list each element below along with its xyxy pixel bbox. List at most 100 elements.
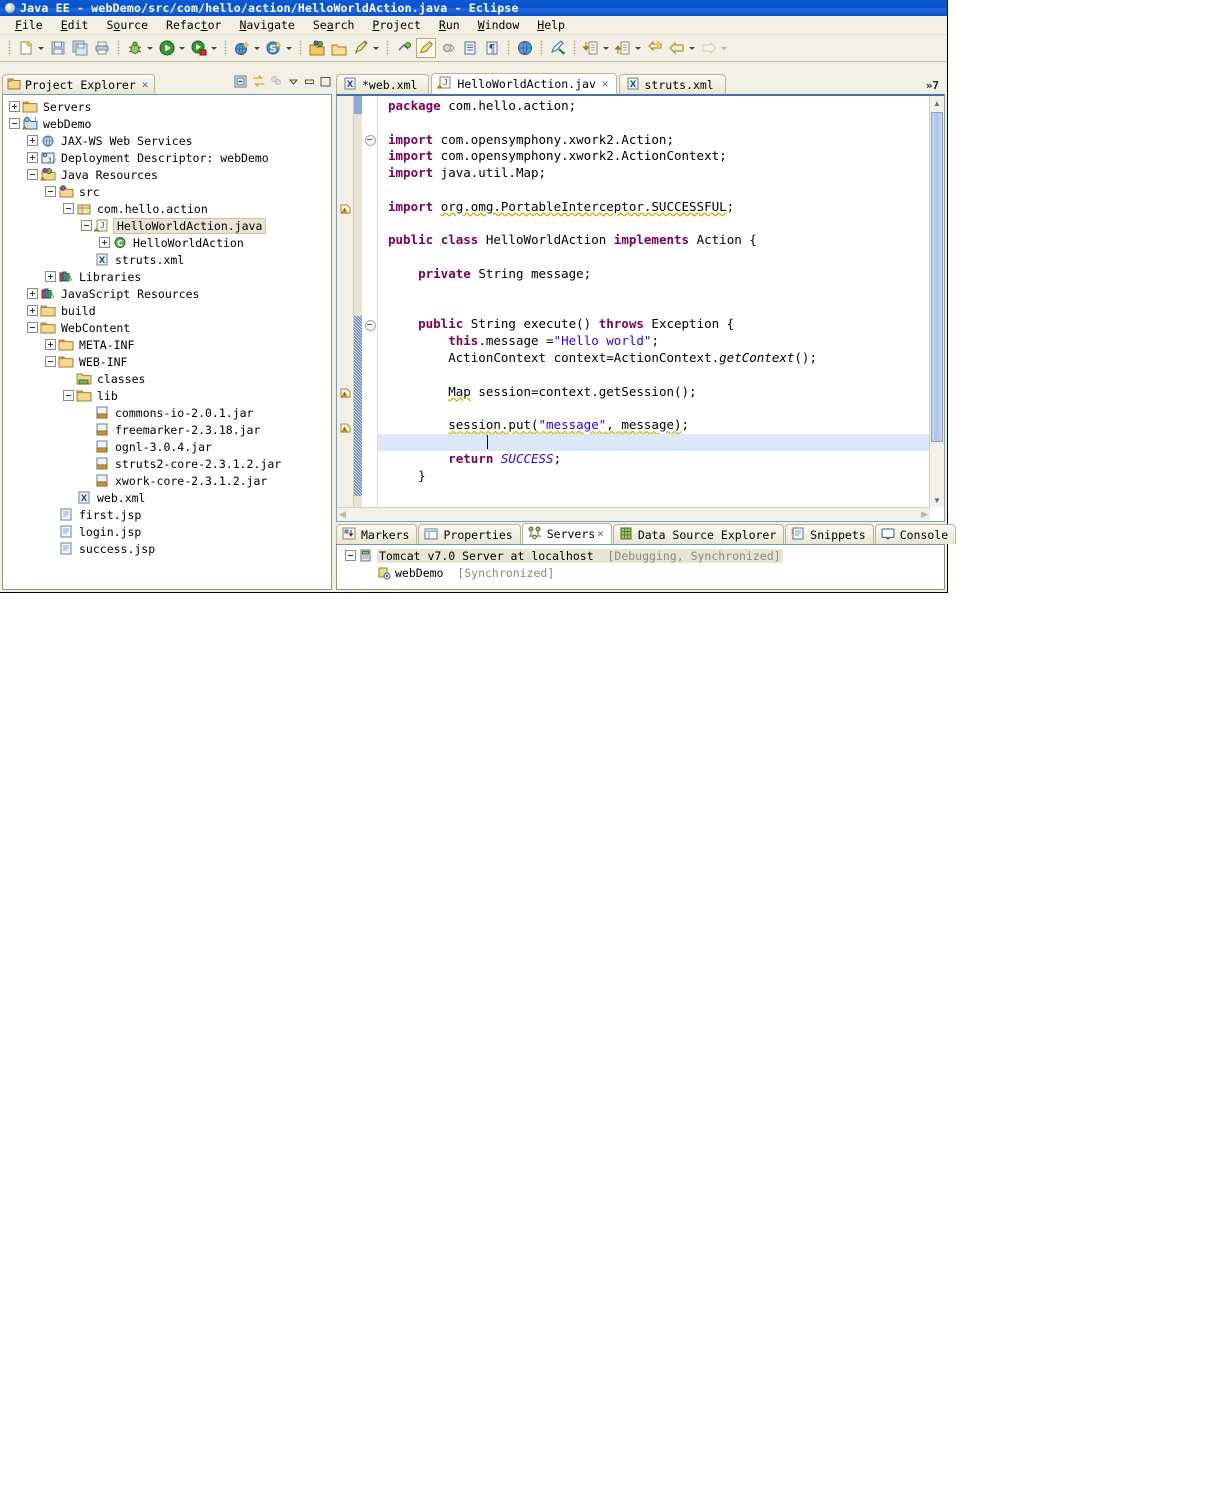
expander-plus-icon[interactable] [27,305,38,316]
close-icon[interactable]: ✕ [142,78,149,91]
collapse-all-icon[interactable] [233,74,248,92]
expander-plus-icon[interactable] [27,288,38,299]
menu-edit[interactable]: Edit [52,17,98,33]
tree-item[interactable]: success.jsp [3,540,331,557]
back-arrow-icon[interactable] [667,38,687,58]
tree-item[interactable]: Libraries [3,268,331,285]
new-package-icon[interactable] [307,38,327,58]
toolbar-grip-7[interactable] [540,40,543,56]
web-dropdown-icon[interactable] [253,38,262,58]
next-annotation-icon[interactable] [581,38,601,58]
menu-help[interactable]: Help [528,17,574,33]
expander-minus-icon[interactable] [45,356,56,367]
minimize-icon[interactable] [303,75,316,91]
web-browser-icon[interactable] [232,38,252,58]
vertical-scroll-thumb[interactable] [931,112,943,442]
run-play-icon[interactable] [157,38,177,58]
bottom-tab[interactable]: Properties [418,524,521,544]
tree-item[interactable]: JavaScript Resources [3,285,331,302]
code-line[interactable] [378,367,930,384]
tree-item[interactable]: JwebDemo [3,115,331,132]
scroll-down-icon[interactable]: ▼ [930,493,944,507]
toolbar-grip[interactable] [8,40,11,56]
profile-icon[interactable] [189,38,209,58]
expander-plus-icon[interactable] [27,152,38,163]
last-edit-icon[interactable] [645,38,665,58]
menu-navigate[interactable]: Navigate [230,17,303,33]
editor-vertical-scrollbar[interactable]: ▲ ▼ [929,96,944,507]
servers-view-body[interactable]: Tomcat v7.0 Server at localhost [Debuggi… [336,544,945,590]
editor-tab-overflow[interactable]: »7 [926,79,945,94]
new-class-icon[interactable] [329,38,349,58]
menu-refactor[interactable]: Refactor [157,17,230,33]
warning-marker-icon-3[interactable] [339,421,352,434]
new-file-icon[interactable] [16,38,36,58]
editor-tab[interactable]: J HelloWorldAction.jav ✕ [431,73,617,94]
code-line[interactable]: this.message ="Hello world"; [378,333,930,350]
code-line[interactable]: Map session=context.getSession(); [378,384,930,401]
link-editor-icon[interactable] [251,74,266,92]
toolbar-grip-2[interactable] [117,40,120,56]
code-line[interactable]: private String message; [378,266,930,283]
tree-item[interactable]: WebContent [3,319,331,336]
skip-breakpoints-icon[interactable] [438,38,458,58]
close-icon[interactable]: ✕ [602,77,609,90]
folding-ruler[interactable] [363,96,378,521]
scroll-up-icon[interactable]: ▲ [930,96,944,110]
previous-annotation-dropdown-icon[interactable] [634,38,643,58]
warning-marker-icon-2[interactable] [339,386,352,399]
code-line[interactable]: public class HelloWorldAction implements… [378,232,930,249]
code-line[interactable] [378,182,930,199]
tree-item[interactable]: Xweb.xml [3,489,331,506]
expander-minus-icon[interactable] [9,118,20,129]
editor-horizontal-scrollbar[interactable]: ◀ ▶ [337,507,930,521]
tree-item[interactable]: Xstruts.xml [3,251,331,268]
pilcrow-icon[interactable]: ¶ [482,38,502,58]
code-line[interactable]: import org.omg.PortableInterceptor.SUCCE… [378,199,930,216]
debug-dropdown-icon[interactable] [146,38,155,58]
toolbar-grip-3[interactable] [224,40,227,56]
source-code-text[interactable]: package com.hello.action; import com.ope… [378,96,930,507]
mark-occurrences-icon[interactable] [394,38,414,58]
expander-minus-icon[interactable] [27,169,38,180]
tree-item[interactable]: xwork-core-2.3.1.2.jar [3,472,331,489]
code-line[interactable]: import com.opensymphony.xwork2.Action; [378,132,930,149]
code-line[interactable] [378,300,930,317]
expander-plus-icon[interactable] [9,101,20,112]
search-dropdown-icon[interactable] [285,38,294,58]
expander-plus-icon[interactable] [45,271,56,282]
scroll-left-icon[interactable]: ◀ [339,509,346,520]
tree-item[interactable]: com.hello.action [3,200,331,217]
server-row[interactable]: webDemo [Synchronized] [341,564,944,581]
tree-item[interactable]: login.jsp [3,523,331,540]
save-all-icon[interactable] [70,38,90,58]
tree-item[interactable]: Servers [3,98,331,115]
tree-item[interactable]: src [3,183,331,200]
next-annotation-dropdown-icon[interactable] [602,38,611,58]
menu-search[interactable]: Search [304,17,364,33]
expander-plus-icon[interactable] [27,135,38,146]
close-icon[interactable]: ✕ [597,527,604,540]
code-line[interactable]: } [378,468,930,485]
annotation-dropdown-icon[interactable] [372,38,381,58]
toolbar-grip-4[interactable] [299,40,302,56]
project-tree[interactable]: ServersJwebDemoJAX-WS Web Services3.0Dep… [2,94,332,590]
menu-project[interactable]: Project [363,17,429,33]
editor-tab[interactable]: Xstruts.xml [618,74,726,94]
tree-item[interactable]: commons-io-2.0.1.jar [3,404,331,421]
code-line[interactable]: ActionContext context=ActionContext.getC… [378,350,930,367]
print-icon[interactable] [92,38,112,58]
menu-source[interactable]: Source [97,17,157,33]
tab-project-explorer[interactable]: Project Explorer ✕ [2,74,156,94]
profile-dropdown-icon[interactable] [210,38,219,58]
code-line[interactable]: return SUCCESS; [378,451,930,468]
editor-tab[interactable]: X *web.xml [336,74,430,94]
code-line[interactable] [378,433,930,451]
tree-item[interactable]: build [3,302,331,319]
expander-plus-icon[interactable] [99,237,110,248]
tree-item[interactable]: WEB-INF [3,353,331,370]
code-line[interactable] [378,283,930,300]
pencil-icon[interactable] [416,38,436,58]
toolbar-grip-6[interactable] [507,40,510,56]
bottom-tab[interactable]: Snippets [785,524,874,544]
